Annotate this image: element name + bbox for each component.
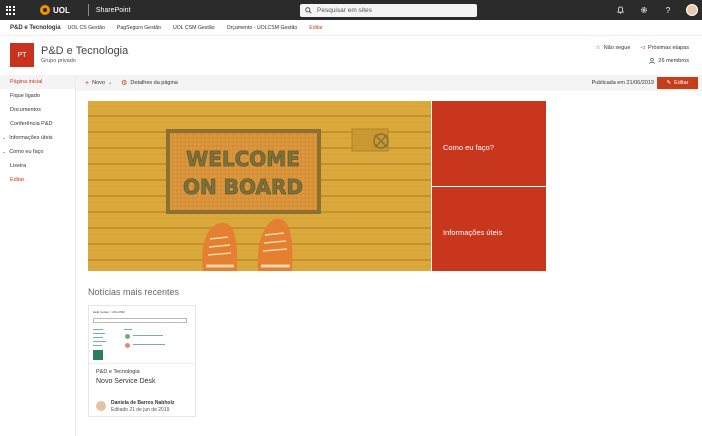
tile-label: Como eu faço? [443,143,494,152]
nav-item-conferencia[interactable]: Conferência P&D [0,117,75,131]
nav-item-fique-ligado[interactable]: Fique ligado [0,89,75,103]
nav-item-lixeira[interactable]: Lixeira [0,159,75,173]
members-button[interactable]: 26 membros [649,58,689,64]
search-icon [305,7,312,14]
nav-item-label: Conferência P&D [10,121,53,127]
news-date: Editado 21 de jun de 2019 [111,407,170,413]
hero-image[interactable]: WELCOME ON BOARD [88,101,431,271]
news-thumbnail: Help Center - UOLCSM [89,306,195,364]
edit-label: Editar [674,80,689,86]
edit-button[interactable]: ✎ Editar [657,77,698,89]
chevron-down-icon[interactable]: ⌄ [2,149,6,155]
news-author: Daniela de Barros Nabholz [111,400,175,406]
gear-icon: ⚙ [121,80,128,87]
site-header: PT P&D e Tecnologia Grupo privado ☆ Não … [0,36,702,74]
star-icon: ☆ [595,45,601,51]
nav-item-label: Editar [10,177,25,183]
left-nav: Página inicial Fique ligado Documentos C… [0,75,76,436]
avatar[interactable] [686,4,698,16]
tile-informacoes-uteis[interactable]: Informações úteis [432,187,546,271]
hub-link[interactable]: UOL CS Gestão [68,25,105,31]
hub-link[interactable]: UOL CSM Gestão [173,25,215,31]
search-placeholder: Pesquisar em sites [317,7,372,14]
uol-logo[interactable]: UOL [40,5,70,15]
hub-link[interactable]: Orçamento - UOLCSM Gestão [227,25,298,31]
plus-icon: + [85,79,90,87]
search-box[interactable]: Pesquisar em sites [300,4,477,17]
nav-item-label: Lixeira [10,163,27,169]
page-details-button[interactable]: ⚙ Detalhes da página [121,79,178,87]
app-name[interactable]: SharePoint [96,7,131,14]
members-label: 26 membros [658,58,689,64]
megaphone-icon: ◅ [640,45,646,51]
thumb-search-bar [93,318,187,323]
nav-item-label: Página inicial [10,79,43,85]
thumb-title: Help Center - UOLCSM [93,310,125,314]
site-logo[interactable]: PT [10,43,34,67]
chevron-down-icon[interactable]: ⌄ [2,135,6,141]
nav-item-label: Como eu faço [9,149,44,155]
hub-title[interactable]: P&D e Tecnologia [10,25,61,31]
bell-icon[interactable] [614,3,626,17]
next-steps-button[interactable]: ◅ Próximas etapas [640,44,689,52]
site-title: P&D e Tecnologia [41,45,129,57]
news-headline[interactable]: Novo Service Desk [96,378,156,385]
uol-logo-text: UOL [53,5,70,15]
nav-item-informacoes[interactable]: ⌄ Informações úteis [0,131,75,145]
news-site-name: P&D e Tecnologia [96,369,140,375]
command-bar: + Novo ⌄ ⚙ Detalhes da página Publicada … [76,75,702,91]
nav-item-como-eu-faco[interactable]: ⌄ Como eu faço [0,145,75,159]
hub-link[interactable]: PagSeguro Gestão [117,25,161,31]
nav-item-home[interactable]: Página inicial [0,75,75,89]
new-label: Novo [92,80,105,86]
nav-item-documentos[interactable]: Documentos [0,103,75,117]
page-details-label: Detalhes da página [130,80,178,86]
nav-item-label: Informações úteis [9,135,53,141]
nav-edit-link[interactable]: Editar [0,173,75,187]
hub-edit-link[interactable]: Editar [309,25,323,31]
person-icon [649,58,656,64]
chevron-down-icon: ⌄ [107,80,113,86]
news-section-title: Notícias mais recentes [88,287,180,297]
next-steps-label: Próximas etapas [648,44,689,51]
suite-divider [87,4,89,16]
gear-icon[interactable] [638,3,650,17]
author-avatar [96,401,106,411]
published-date: Publicada em 21/06/2019 [591,80,654,86]
new-button[interactable]: + Novo ⌄ [85,80,112,87]
tile-como-eu-faco[interactable]: Como eu faço? [432,101,546,186]
follow-button[interactable]: ☆ Não segue [595,44,631,52]
follow-label: Não segue [603,44,631,51]
help-icon[interactable]: ? [662,3,674,17]
hub-links: UOL CS Gestão PagSeguro Gestão UOL CSM G… [68,25,335,31]
nav-item-label: Documentos [10,107,41,113]
site-subtitle: Grupo privado [41,58,76,64]
uol-logo-mark [40,5,50,15]
nav-item-label: Fique ligado [10,93,40,99]
welcome-mat-photo: WELCOME ON BOARD [88,101,431,271]
waffle-icon[interactable] [0,0,20,20]
pencil-icon: ✎ [666,80,672,86]
suite-bar: UOL SharePoint Pesquisar em sites ? [0,0,702,20]
news-card[interactable]: Help Center - UOLCSM P&D e Tecnologia No… [88,305,196,417]
hub-nav: P&D e Tecnologia UOL CS Gestão PagSeguro… [0,20,702,36]
tile-label: Informações úteis [443,228,503,237]
